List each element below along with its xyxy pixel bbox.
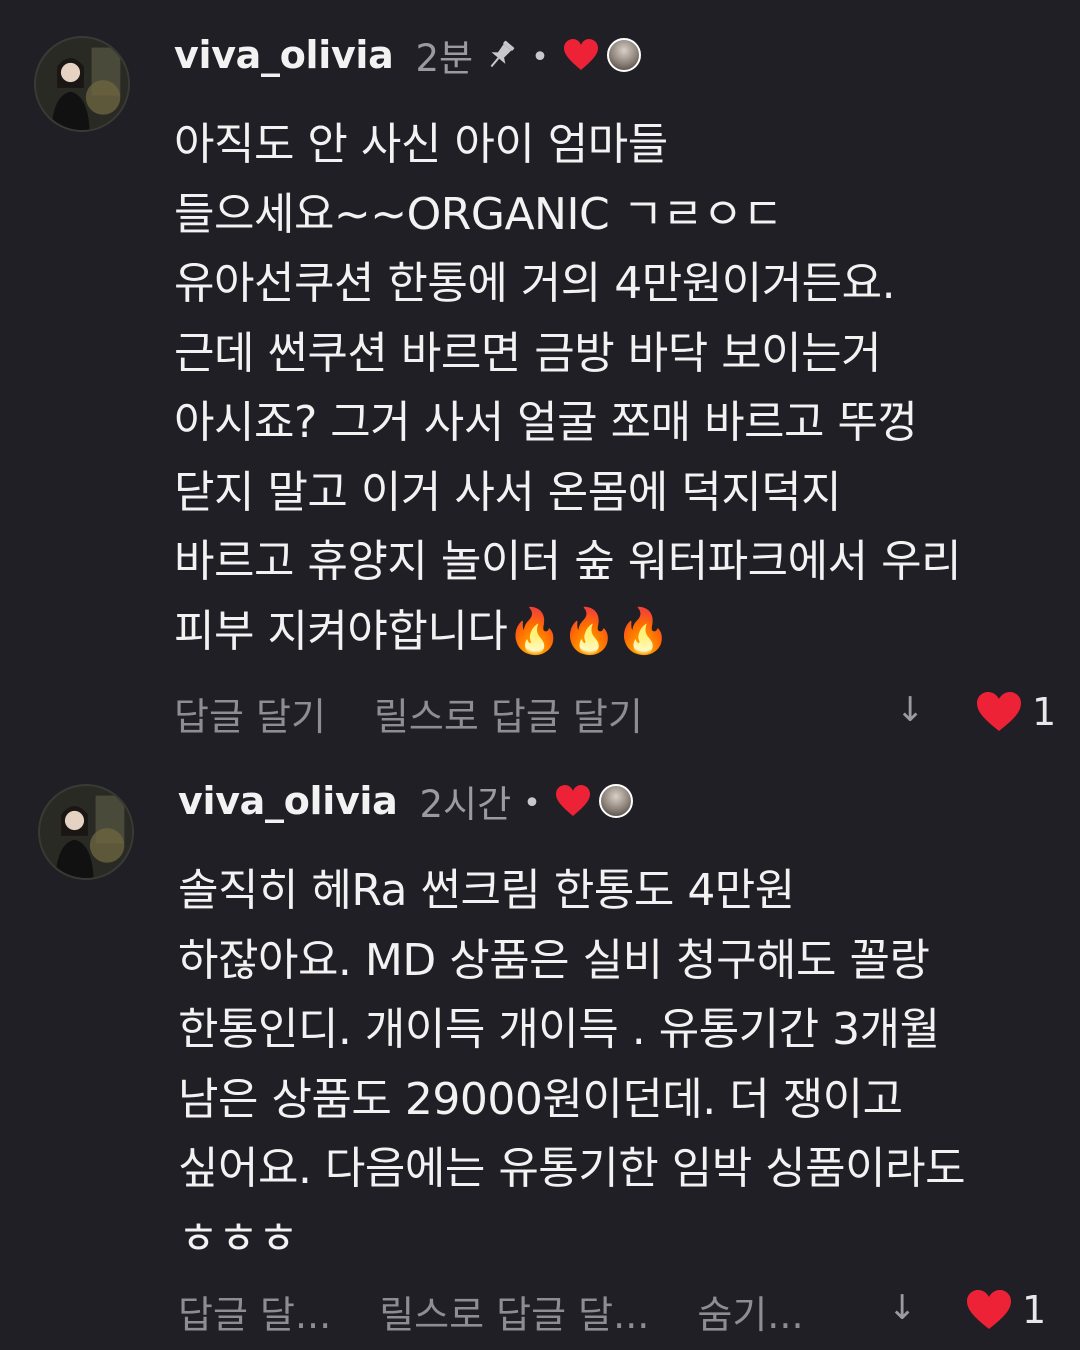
heart-filled-icon[interactable] <box>966 1289 1012 1331</box>
separator-dot: • <box>531 39 549 75</box>
comment-text: 솔직히 헤Ra 썬크림 한통도 4만원 하잖아요. MD 상품은 실비 청구해도… <box>178 865 966 1264</box>
heart-filled-icon[interactable] <box>976 691 1022 733</box>
timestamp: 2분 <box>415 37 474 80</box>
download-arrow-icon[interactable]: ↓ <box>888 1288 917 1328</box>
reply-button[interactable]: 답글 달기 <box>174 686 326 741</box>
pin-icon <box>483 37 519 73</box>
creator-avatar-icon <box>606 38 641 72</box>
download-arrow-icon[interactable]: ↓ <box>896 690 925 730</box>
username[interactable]: viva_olivia <box>174 33 394 77</box>
creator-liked-heart-icon <box>555 784 591 818</box>
like-count: 1 <box>1022 1288 1047 1332</box>
avatar-photo <box>36 38 128 130</box>
creator-avatar-icon <box>598 784 633 818</box>
separator-dot: • <box>523 785 541 821</box>
user-avatar[interactable] <box>34 36 130 132</box>
comment-header: viva_olivia 2시간 • <box>178 776 633 826</box>
user-avatar[interactable] <box>38 784 134 880</box>
avatar-photo <box>40 786 132 878</box>
reply-with-reel-button[interactable]: 릴스로 답글 달... <box>379 1284 649 1339</box>
reply-with-reel-button[interactable]: 릴스로 답글 달기 <box>374 686 643 741</box>
comment-header: viva_olivia 2분 • <box>174 30 641 80</box>
like-count: 1 <box>1032 690 1057 734</box>
username[interactable]: viva_olivia <box>178 779 398 823</box>
comment-actions: 답글 달기 릴스로 답글 달기 <box>174 686 691 741</box>
creator-liked-heart-icon <box>563 38 599 72</box>
like-button[interactable]: 1 <box>976 690 1056 734</box>
comment-actions: 답글 달... 릴스로 답글 달... 숨기... <box>178 1284 852 1339</box>
reply-button[interactable]: 답글 달... <box>178 1284 331 1339</box>
timestamp: 2시간 <box>419 783 512 826</box>
comment-text: 아직도 안 사신 아이 엄마들 들으세요~~ORGANIC ㄱㄹㅇㄷ 유아선쿠션… <box>174 119 962 657</box>
like-button[interactable]: 1 <box>966 1288 1046 1332</box>
hide-replies-button[interactable]: 숨기... <box>697 1284 803 1339</box>
